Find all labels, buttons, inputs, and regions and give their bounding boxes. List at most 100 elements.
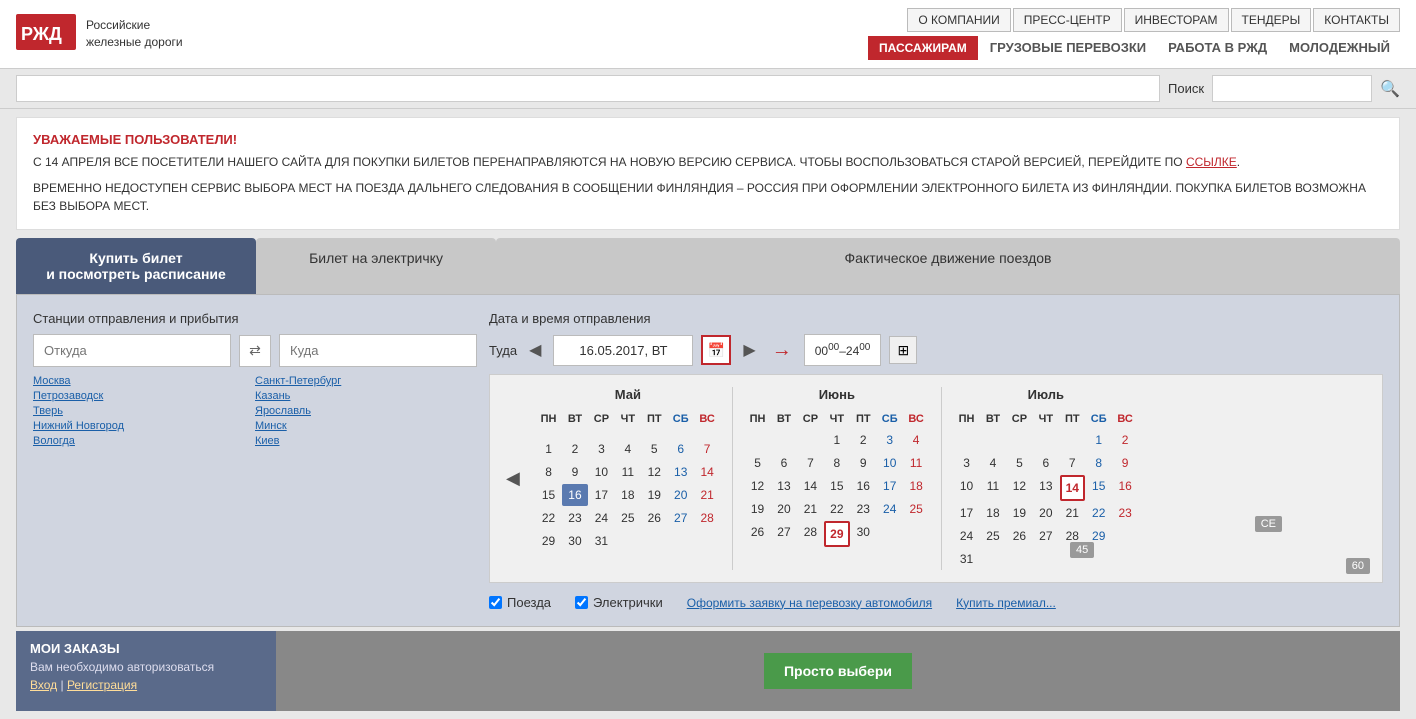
may-2[interactable]: 2 [562,438,587,460]
july-31[interactable]: 31 [954,548,979,570]
may-21[interactable]: 21 [694,484,719,506]
june-19[interactable]: 19 [745,498,770,520]
quick-to-kiev[interactable]: Киев [255,435,477,447]
july-6[interactable]: 6 [1033,452,1058,474]
quick-from-moscow[interactable]: Москва [33,375,255,387]
june-2[interactable]: 2 [851,429,876,451]
nav-freight[interactable]: ГРУЗОВЫЕ ПЕРЕВОЗКИ [980,36,1156,60]
june-20[interactable]: 20 [771,498,796,520]
july-2[interactable]: 2 [1112,429,1137,451]
june-5[interactable]: 5 [745,452,770,474]
nav-jobs[interactable]: РАБОТА В РЖД [1158,36,1277,60]
nav-o-kompanii[interactable]: О КОМПАНИИ [907,8,1010,32]
promo-button[interactable]: Просто выбери [764,653,912,689]
june-6[interactable]: 6 [771,452,796,474]
quick-to-spb[interactable]: Санкт-Петербург [255,375,477,387]
june-9[interactable]: 9 [851,452,876,474]
july-27[interactable]: 27 [1033,525,1058,547]
june-1[interactable]: 1 [824,429,849,451]
may-24[interactable]: 24 [589,507,614,529]
nav-youth[interactable]: МОЛОДЕЖНЫЙ [1279,36,1400,60]
premium-link[interactable]: Купить премиал... [956,596,1056,610]
may-13[interactable]: 13 [668,461,693,483]
july-19[interactable]: 19 [1007,502,1032,524]
swap-stations-button[interactable]: ⇄ [239,335,271,367]
search-main-input[interactable] [16,75,1160,102]
june-29[interactable]: 29 [824,521,849,547]
may-26[interactable]: 26 [642,507,667,529]
june-12[interactable]: 12 [745,475,770,497]
may-15[interactable]: 15 [536,484,561,506]
search-field[interactable] [1212,75,1372,102]
may-17[interactable]: 17 [589,484,614,506]
july-9[interactable]: 9 [1112,452,1137,474]
may-5[interactable]: 5 [642,438,667,460]
july-1[interactable]: 1 [1086,429,1111,451]
may-7[interactable]: 7 [694,438,719,460]
may-14[interactable]: 14 [694,461,719,483]
june-16[interactable]: 16 [851,475,876,497]
time-picker-button[interactable]: ⊞ [889,336,917,364]
july-10[interactable]: 10 [954,475,979,501]
june-17[interactable]: 17 [877,475,902,497]
july-22[interactable]: 22 [1086,502,1111,524]
july-24[interactable]: 24 [954,525,979,547]
nav-contacts[interactable]: КОНТАКТЫ [1313,8,1400,32]
may-28[interactable]: 28 [694,507,719,529]
june-27[interactable]: 27 [771,521,796,547]
june-24[interactable]: 24 [877,498,902,520]
may-3[interactable]: 3 [589,438,614,460]
june-3[interactable]: 3 [877,429,902,451]
may-25[interactable]: 25 [615,507,640,529]
quick-to-kazan[interactable]: Казань [255,390,477,402]
july-13[interactable]: 13 [1033,475,1058,501]
may-4[interactable]: 4 [615,438,640,460]
july-21[interactable]: 21 [1060,502,1085,524]
may-18[interactable]: 18 [615,484,640,506]
nav-passengers[interactable]: ПАССАЖИРАМ [868,36,978,60]
logo-icon[interactable]: РЖД [16,14,76,55]
june-7[interactable]: 7 [798,452,823,474]
june-14[interactable]: 14 [798,475,823,497]
july-20[interactable]: 20 [1033,502,1058,524]
may-19[interactable]: 19 [642,484,667,506]
quick-from-vologda[interactable]: Вологда [33,435,255,447]
tab-elektrichka[interactable]: Билет на электричку [256,238,496,294]
calendar-open-button[interactable]: 📅 [701,335,731,365]
july-26[interactable]: 26 [1007,525,1032,547]
register-link[interactable]: Регистрация [67,678,137,692]
june-23[interactable]: 23 [851,498,876,520]
june-13[interactable]: 13 [771,475,796,497]
july-3[interactable]: 3 [954,452,979,474]
date-next-button[interactable]: ▶ [739,340,759,360]
july-12[interactable]: 12 [1007,475,1032,501]
june-4[interactable]: 4 [903,429,928,451]
may-31[interactable]: 31 [589,530,614,552]
july-11[interactable]: 11 [980,475,1005,501]
may-6[interactable]: 6 [668,438,693,460]
may-30[interactable]: 30 [562,530,587,552]
nav-investors[interactable]: ИНВЕСТОРАМ [1124,8,1229,32]
june-28[interactable]: 28 [798,521,823,547]
checkbox-trains[interactable]: Поезда [489,595,551,610]
checkbox-elektr[interactable]: Электрички [575,595,663,610]
order-car-link[interactable]: Оформить заявку на перевозку автомобиля [687,596,932,610]
may-20[interactable]: 20 [668,484,693,506]
may-29[interactable]: 29 [536,530,561,552]
june-8[interactable]: 8 [824,452,849,474]
checkbox-trains-input[interactable] [489,596,502,609]
july-23[interactable]: 23 [1112,502,1137,524]
july-25[interactable]: 25 [980,525,1005,547]
may-9[interactable]: 9 [562,461,587,483]
checkbox-elektr-input[interactable] [575,596,588,609]
june-21[interactable]: 21 [798,498,823,520]
may-1[interactable]: 1 [536,438,561,460]
july-15[interactable]: 15 [1086,475,1111,501]
may-27[interactable]: 27 [668,507,693,529]
to-input[interactable] [279,334,477,367]
june-22[interactable]: 22 [824,498,849,520]
date-prev-button[interactable]: ◀ [525,340,545,360]
july-16[interactable]: 16 [1112,475,1137,501]
search-submit-button[interactable]: 🔍 [1380,79,1400,99]
notice-link[interactable]: ССЫЛКЕ [1186,155,1237,169]
